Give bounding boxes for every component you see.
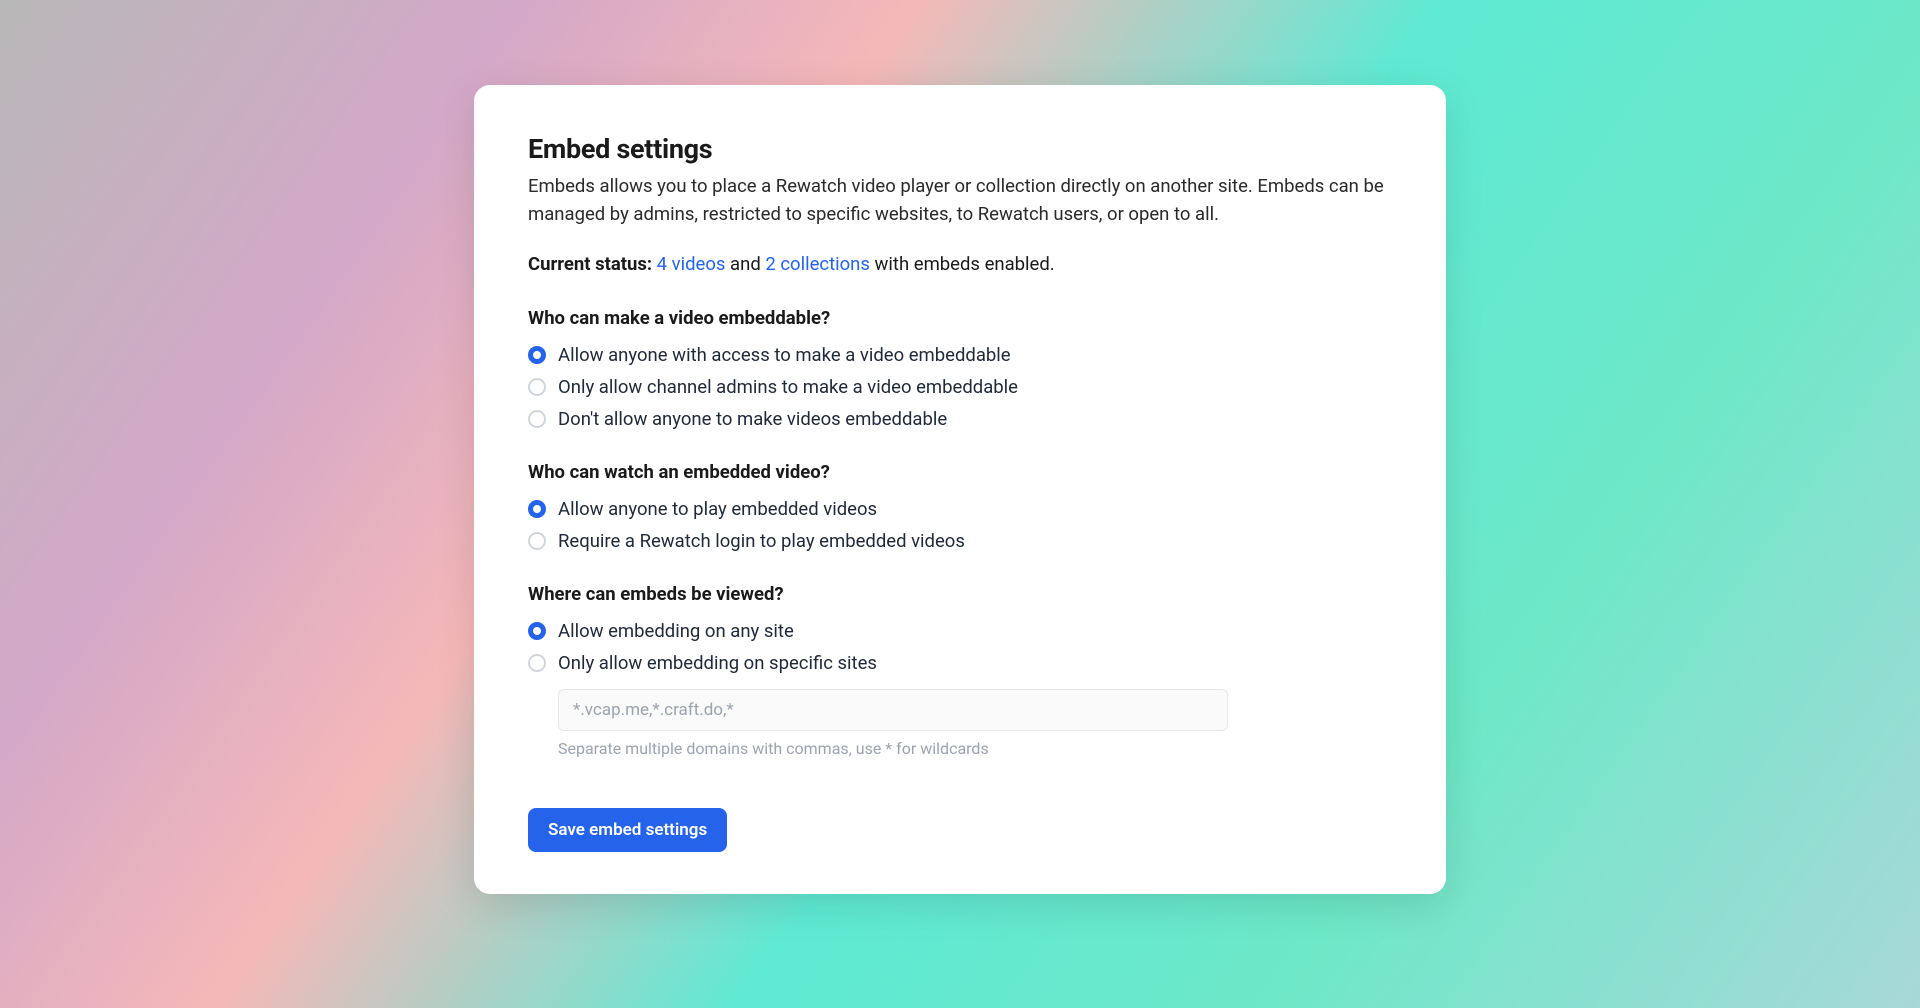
section-title-who-watch: Who can watch an embedded video?: [528, 461, 1392, 483]
radio-icon: [528, 378, 546, 396]
domain-input-wrapper: Separate multiple domains with commas, u…: [558, 689, 1392, 758]
status-line: Current status: 4 videos and 2 collectio…: [528, 253, 1392, 275]
page-title: Embed settings: [528, 133, 1392, 165]
section-title-where-viewed: Where can embeds be viewed?: [528, 583, 1392, 605]
radio-icon: [528, 622, 546, 640]
section-who-watch: Who can watch an embedded video? Allow a…: [528, 461, 1392, 557]
radio-option-anyone-play[interactable]: Allow anyone to play embedded videos: [528, 493, 1392, 525]
collections-link[interactable]: 2 collections: [765, 253, 870, 275]
radio-option-specific-sites[interactable]: Only allow embedding on specific sites: [528, 647, 1392, 679]
domain-input[interactable]: [558, 689, 1228, 731]
radio-icon: [528, 654, 546, 672]
domain-hint: Separate multiple domains with commas, u…: [558, 739, 1392, 758]
radio-icon: [528, 410, 546, 428]
radio-label: Only allow channel admins to make a vide…: [558, 376, 1018, 398]
radio-label: Require a Rewatch login to play embedded…: [558, 530, 965, 552]
radio-label: Don't allow anyone to make videos embedd…: [558, 408, 947, 430]
radio-label: Allow anyone to play embedded videos: [558, 498, 877, 520]
radio-label: Allow embedding on any site: [558, 620, 794, 642]
section-title-who-embeddable: Who can make a video embeddable?: [528, 307, 1392, 329]
radio-icon: [528, 532, 546, 550]
radio-label: Only allow embedding on specific sites: [558, 652, 877, 674]
radio-icon: [528, 500, 546, 518]
radio-option-any-site[interactable]: Allow embedding on any site: [528, 615, 1392, 647]
save-button[interactable]: Save embed settings: [528, 808, 727, 852]
radio-icon: [528, 346, 546, 364]
status-and: and: [730, 253, 765, 275]
radio-option-admins-only[interactable]: Only allow channel admins to make a vide…: [528, 371, 1392, 403]
embed-settings-card: Embed settings Embeds allows you to plac…: [474, 85, 1446, 894]
section-who-embeddable: Who can make a video embeddable? Allow a…: [528, 307, 1392, 435]
status-label: Current status:: [528, 253, 652, 275]
radio-option-require-login[interactable]: Require a Rewatch login to play embedded…: [528, 525, 1392, 557]
radio-option-no-one[interactable]: Don't allow anyone to make videos embedd…: [528, 403, 1392, 435]
videos-link[interactable]: 4 videos: [657, 253, 726, 275]
radio-option-anyone-access[interactable]: Allow anyone with access to make a video…: [528, 339, 1392, 371]
section-where-viewed: Where can embeds be viewed? Allow embedd…: [528, 583, 1392, 758]
status-suffix: with embeds enabled.: [875, 253, 1055, 275]
radio-label: Allow anyone with access to make a video…: [558, 344, 1011, 366]
page-description: Embeds allows you to place a Rewatch vid…: [528, 173, 1392, 229]
